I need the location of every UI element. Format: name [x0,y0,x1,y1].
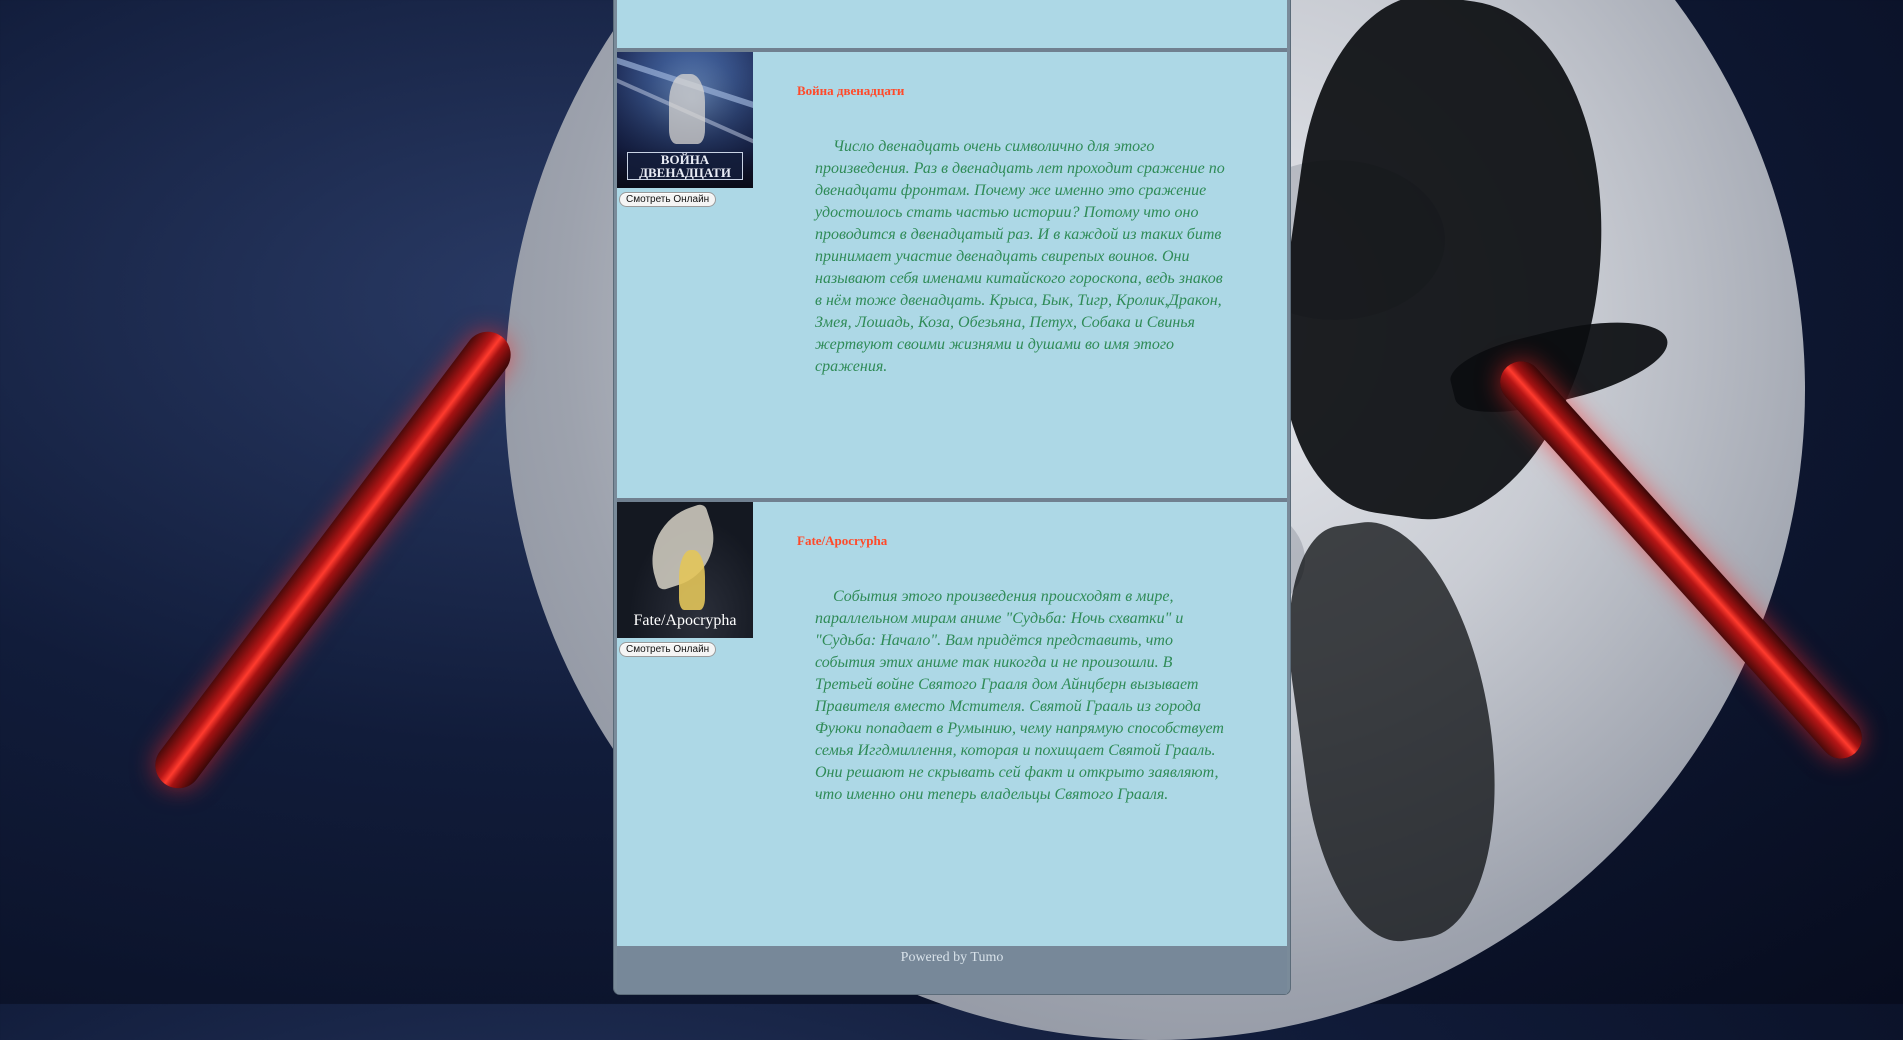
top-panel [617,0,1287,48]
poster-figure [669,74,705,144]
poster-caption: ВОЙНА ДВЕНАДЦАТИ [627,152,743,180]
poster-image[interactable]: ВОЙНА ДВЕНАДЦАТИ [617,52,753,188]
anime-entry: Fate/Apocrypha Смотреть Онлайн Fate/Apoc… [617,502,1287,946]
footer: Powered by Tumo [617,946,1287,994]
poster-image[interactable]: Fate/Apocrypha [617,502,753,638]
watch-online-button[interactable]: Смотреть Онлайн [619,642,717,657]
poster-caption: Fate/Apocrypha [633,612,737,629]
entry-description: Число двенадцать очень символично для эт… [815,138,1225,375]
anime-entry: ВОЙНА ДВЕНАДЦАТИ Смотреть Онлайн Война д… [617,52,1287,498]
footer-text: Powered by Tumo [900,950,1004,965]
entry-description: События этого произведения происходят в … [815,588,1224,803]
entry-title: Fate/Apocrypha [797,533,888,548]
content-frame: ВОЙНА ДВЕНАДЦАТИ Смотреть Онлайн Война д… [614,0,1290,994]
red-sword-left [146,322,520,798]
entry-title: Война двенадцати [797,83,905,98]
poster-figure [679,550,705,610]
watch-online-button[interactable]: Смотреть Онлайн [619,192,717,207]
